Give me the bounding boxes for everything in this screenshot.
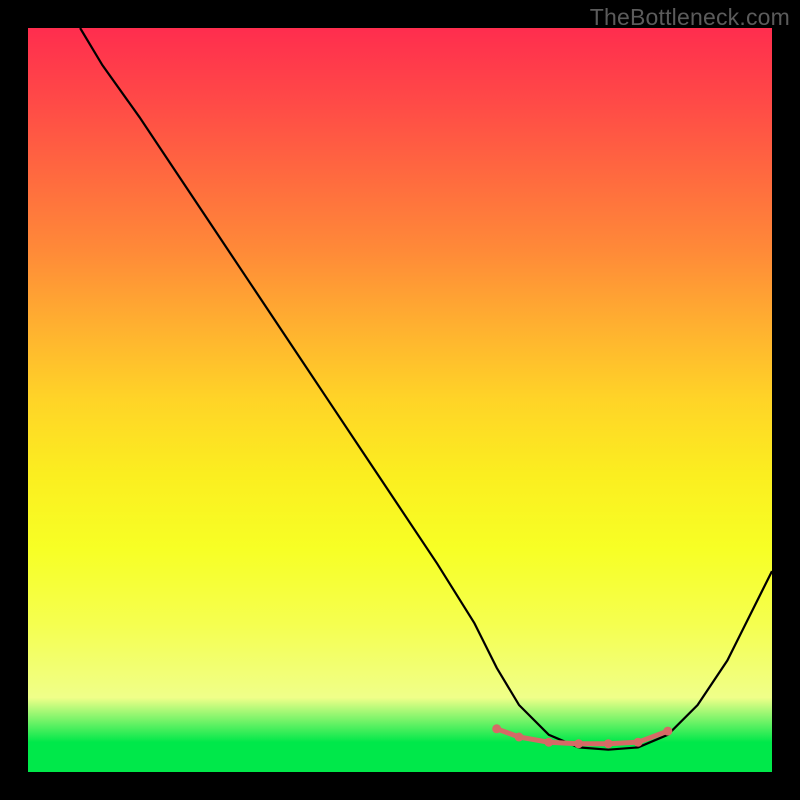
highlight-dot xyxy=(544,738,553,747)
bottleneck-curve xyxy=(80,28,772,750)
plot-area xyxy=(28,28,772,772)
chart-frame: TheBottleneck.com xyxy=(0,0,800,800)
highlight-dot xyxy=(634,738,643,747)
highlight-dot xyxy=(663,727,672,736)
highlight-dot xyxy=(492,724,501,733)
highlight-dot xyxy=(515,733,524,742)
watermark-text: TheBottleneck.com xyxy=(590,4,790,31)
highlight-dot xyxy=(574,739,583,748)
chart-svg xyxy=(28,28,772,772)
highlight-dot xyxy=(604,739,613,748)
